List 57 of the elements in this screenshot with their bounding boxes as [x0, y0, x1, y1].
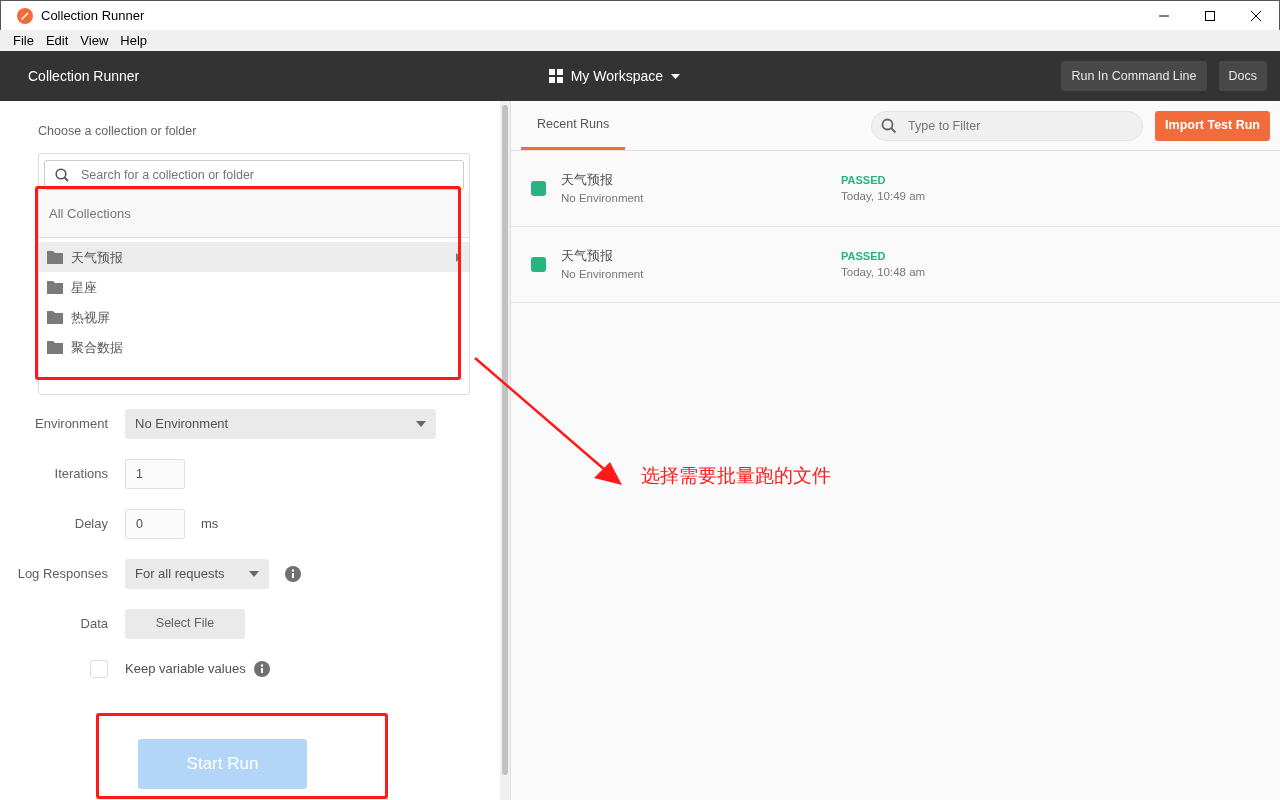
search-icon — [55, 167, 69, 182]
workspace-switcher[interactable]: My Workspace — [570, 65, 664, 87]
caret-icon — [416, 420, 426, 427]
scrollbar[interactable] — [500, 101, 510, 800]
folder-icon — [47, 250, 63, 264]
field-label: Log Responses — [16, 565, 108, 583]
field-label: Delay — [73, 515, 108, 533]
search-icon — [881, 117, 898, 134]
annotation-text: 选择需要批量跑的文件 — [641, 464, 831, 488]
filter-field[interactable]: Type to Filter — [871, 110, 1144, 141]
collection-item[interactable]: 天气预报 — [39, 242, 469, 273]
folder-icon — [47, 280, 63, 294]
delay-field[interactable]: 0 — [125, 508, 185, 539]
collection-item[interactable]: 星座 — [39, 272, 469, 303]
run-time: Today, 10:49 am — [841, 189, 926, 205]
status-label: PASSED — [841, 248, 887, 264]
list-heading: All Collections — [39, 189, 469, 239]
app-logo-icon — [17, 7, 33, 24]
header-button[interactable]: Run In Command Line — [1061, 60, 1207, 92]
run-row[interactable]: 天气预报 No Environment PASSED Today, 10:49 am — [511, 151, 1280, 227]
environment-label: No Environment — [561, 266, 645, 282]
field-label: Environment — [34, 415, 108, 433]
caret-icon — [248, 570, 259, 577]
unit-label: ms — [201, 515, 219, 533]
expand-arrow-icon[interactable] — [456, 252, 461, 262]
folder-icon — [47, 340, 63, 354]
checkbox-label: Keep variable values — [125, 660, 246, 678]
checkbox[interactable] — [90, 659, 108, 678]
select-file-button[interactable]: Select File — [125, 608, 245, 639]
run-row[interactable]: 天气预报 No Environment PASSED Today, 10:48 am — [511, 227, 1280, 303]
tab[interactable]: Recent Runs — [521, 101, 626, 150]
header-button[interactable]: Docs — [1218, 60, 1267, 92]
folder-icon — [47, 310, 63, 324]
info-icon[interactable] — [284, 565, 301, 582]
run-time: Today, 10:48 am — [841, 265, 926, 281]
log-responses-dropdown[interactable]: For all requests — [125, 558, 269, 589]
collection-item[interactable]: 热视屏 — [39, 302, 469, 333]
status-label: PASSED — [841, 172, 887, 188]
search-field[interactable]: Search for a collection or folder — [44, 159, 464, 190]
info-icon[interactable] — [253, 660, 270, 677]
window-title: Collection Runner — [41, 6, 145, 25]
field-label: Data — [79, 615, 108, 633]
menu-item[interactable]: File — [13, 30, 34, 51]
collection-item[interactable]: 聚合数据 — [39, 332, 469, 363]
menu-item[interactable]: Help — [120, 30, 148, 51]
page-title: Collection Runner — [28, 66, 140, 86]
menu-item[interactable]: Edit — [45, 30, 69, 51]
run-name: 天气预报 — [561, 171, 614, 190]
caret-icon[interactable] — [671, 73, 681, 79]
section-label: Choose a collection or folder — [38, 123, 198, 140]
environment-dropdown[interactable]: No Environment — [125, 408, 436, 439]
field-label: Iterations — [53, 465, 108, 483]
environment-label: No Environment — [561, 190, 645, 206]
grid-icon — [548, 69, 563, 83]
run-name: 天气预报 — [561, 247, 614, 266]
menu-item[interactable]: View — [80, 30, 109, 51]
iterations-field[interactable]: 1 — [125, 458, 185, 489]
